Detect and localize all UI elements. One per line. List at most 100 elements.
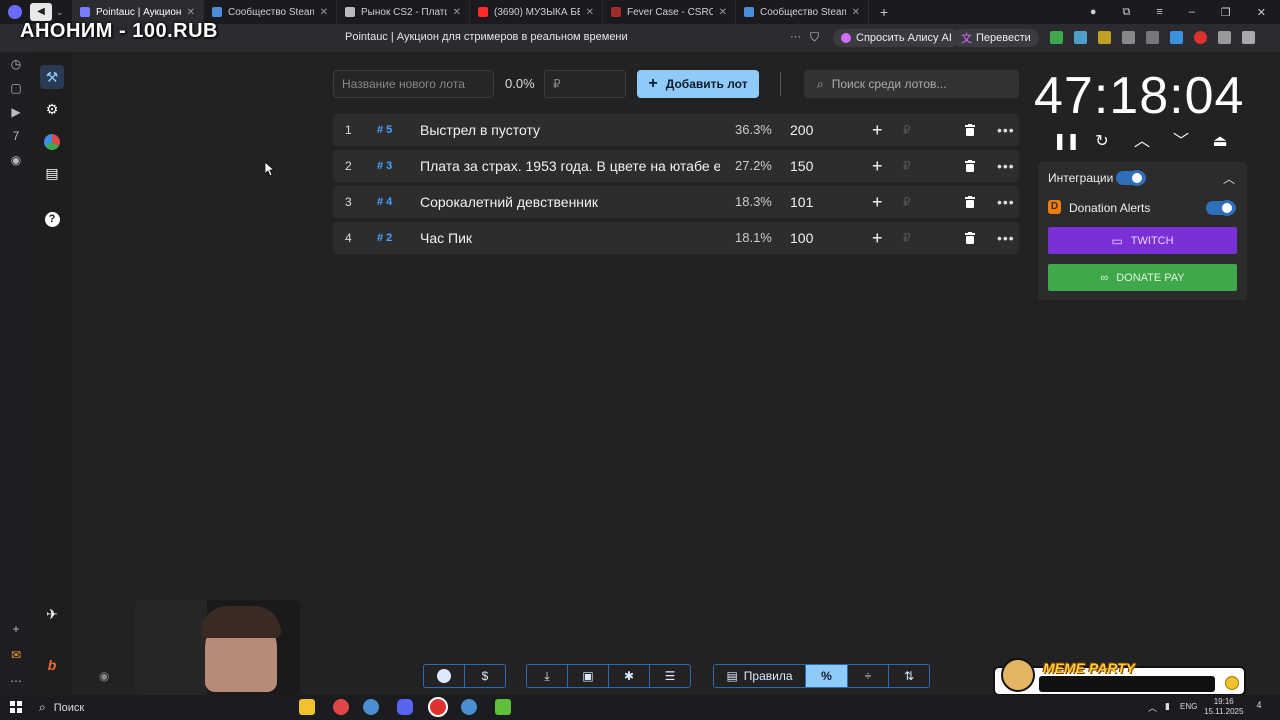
help-nav-icon[interactable]: ? [40, 207, 64, 231]
clear-lots-button[interactable]: ☰ [650, 665, 690, 687]
add-to-lot-icon[interactable]: + [872, 186, 883, 218]
browser-tab[interactable]: Fever Case - CSROI.com ✕ [603, 0, 736, 24]
taskbar-app-icon[interactable] [333, 699, 349, 715]
notification-center[interactable]: 4 [1251, 700, 1267, 714]
steam-icon[interactable] [363, 699, 379, 715]
discord-icon[interactable] [397, 699, 413, 715]
browser-tab[interactable]: Рынок CS2 - Платформа ✕ [337, 0, 470, 24]
yandex-browser-icon[interactable] [428, 697, 448, 717]
close-window-icon[interactable]: ✕ [1257, 6, 1266, 19]
lot-amount-input[interactable]: ₽ [544, 70, 626, 98]
add-lot-button[interactable]: + Добавить лот [637, 70, 759, 98]
collections-icon[interactable]: ▢ [8, 80, 24, 96]
video-icon[interactable]: ▶ [8, 104, 24, 120]
percent-view-button[interactable]: % [806, 665, 848, 687]
lot-name[interactable]: Выстрел в пустоту [420, 114, 720, 146]
profile-icon[interactable]: ● [1090, 6, 1097, 19]
bookmark-icon[interactable]: ⛉ [810, 30, 819, 45]
lot-row[interactable]: 2 # 3 Плата за страх. 1953 года. В цвете н… [333, 150, 1019, 182]
close-tab-icon[interactable]: ✕ [852, 7, 860, 18]
lot-row[interactable]: 1 # 5 Выстрел в пустоту 36.3% 200 + ₽ ••• [333, 114, 1019, 146]
delete-lot-icon[interactable] [965, 186, 975, 218]
add-panel-icon[interactable]: + [8, 621, 24, 637]
lot-menu-icon[interactable]: ••• [997, 150, 1015, 182]
auction-nav-icon[interactable]: ⚒ [40, 65, 64, 89]
tabs-dropdown-icon[interactable]: ⌄ [56, 7, 72, 18]
extension-icon[interactable] [1074, 31, 1087, 44]
ruble-input[interactable]: ₽ [903, 186, 911, 218]
mail-icon[interactable]: ✉ [8, 647, 24, 663]
ruble-input[interactable]: ₽ [903, 222, 911, 254]
tab-audio-icon[interactable]: ◀ [30, 3, 52, 21]
extension-icon[interactable] [1170, 31, 1183, 44]
wheel-nav-icon[interactable] [40, 130, 64, 154]
visibility-icon[interactable]: ◉ [99, 669, 109, 683]
maximize-icon[interactable]: ❐ [1221, 6, 1231, 19]
extension-icon[interactable] [1098, 31, 1111, 44]
window-controls[interactable]: ● ⧉ ≡ – ❐ ✕ [1090, 6, 1266, 19]
donation-alerts-toggle[interactable] [1206, 200, 1236, 216]
add-to-lot-icon[interactable]: + [872, 222, 883, 254]
add-to-lot-icon[interactable]: + [872, 150, 883, 182]
lot-menu-icon[interactable]: ••• [997, 222, 1015, 254]
telegram-nav-icon[interactable]: ✈ [40, 602, 64, 626]
pause-icon[interactable]: ❚❚ [1053, 132, 1080, 152]
translate-button[interactable]: 文 Перевести [953, 29, 1039, 47]
add-to-lot-icon[interactable]: + [872, 114, 883, 146]
taskbar-search[interactable]: ⌕ Поиск [31, 697, 291, 718]
close-tab-icon[interactable]: ✕ [586, 7, 594, 18]
subtract-time-icon[interactable]: ﹀ [1171, 132, 1191, 152]
extension-icon[interactable] [1218, 31, 1231, 44]
extension-icon[interactable] [1194, 31, 1207, 44]
delete-lot-icon[interactable] [965, 150, 975, 182]
twitch-button[interactable]: ▭ TWITCH [1048, 227, 1237, 254]
download-button[interactable]: ⤓ [527, 665, 568, 687]
minimize-icon[interactable]: – [1189, 6, 1195, 19]
donate-pay-button[interactable]: ∞ DONATE PAY [1048, 264, 1237, 291]
close-tab-icon[interactable]: ✕ [453, 7, 461, 18]
donate-button[interactable]: $ [465, 665, 505, 687]
taskbar-clock[interactable]: 19:16 15.11.2025 [1204, 697, 1243, 717]
history-nav-icon[interactable]: ▤ [40, 161, 64, 185]
browser-tab[interactable]: Сообщество Steam :: Тор ✕ [736, 0, 869, 24]
tray-expand-icon[interactable]: ︿ [1148, 701, 1157, 714]
microphone-icon[interactable]: ▮ [1165, 701, 1170, 714]
save-button[interactable]: ▣ [568, 665, 609, 687]
lot-name[interactable]: Сорокалетний девственник [420, 186, 720, 218]
extension-icon[interactable] [1146, 31, 1159, 44]
sort-button[interactable]: ⇅ [889, 665, 929, 687]
restart-icon[interactable]: ↻ [1092, 132, 1112, 152]
extension-icon[interactable] [1242, 31, 1255, 44]
app-icon[interactable] [495, 699, 511, 715]
ruble-input[interactable]: ₽ [903, 114, 911, 146]
extension-icon[interactable] [1050, 31, 1063, 44]
github-button[interactable] [424, 665, 465, 687]
history-icon[interactable]: ◷ [8, 56, 24, 72]
rules-button[interactable]: ▤ Правила [714, 665, 806, 687]
ruble-input[interactable]: ₽ [903, 150, 911, 182]
lot-menu-icon[interactable]: ••• [997, 186, 1015, 218]
lot-row[interactable]: 4 # 2 Час Пик 18.1% 100 + ₽ ••• [333, 222, 1019, 254]
extensions-icon[interactable]: ⧉ [1123, 6, 1131, 19]
close-tab-icon[interactable]: ✕ [187, 7, 195, 18]
ask-alice-button[interactable]: Спросить Алису AI [833, 29, 960, 47]
language-indicator[interactable]: ENG [1180, 702, 1197, 711]
delete-lot-icon[interactable] [965, 222, 975, 254]
windows-start-icon[interactable] [10, 701, 22, 713]
lot-search-input[interactable]: ⌕ Поиск среди лотов... [804, 70, 1019, 98]
calendar-icon[interactable]: 7 [8, 128, 24, 144]
lot-name[interactable]: Плата за страх. 1953 года. В цвете на ют… [420, 150, 720, 182]
page-menu-icon[interactable]: ··· [790, 31, 801, 43]
lot-row[interactable]: 3 # 4 Сорокалетний девственник 18.3% 101 + ₽ ••… [333, 186, 1019, 218]
browser-tab[interactable]: Сообщество Steam :: Mic ✕ [204, 0, 337, 24]
side-menu-icon[interactable]: ⋯ [8, 673, 24, 689]
new-tab-button[interactable]: + [875, 3, 893, 21]
lot-menu-icon[interactable]: ••• [997, 114, 1015, 146]
close-tab-icon[interactable]: ✕ [719, 7, 727, 18]
new-lot-input[interactable]: Название нового лота [333, 70, 494, 98]
collapse-icon[interactable]: ︿ [1223, 170, 1235, 187]
close-tab-icon[interactable]: ✕ [320, 7, 328, 18]
notifications-icon[interactable]: ≡ [1156, 6, 1162, 19]
camera-icon[interactable]: ◉ [8, 152, 24, 168]
bug-report-button[interactable]: ✱ [609, 665, 650, 687]
